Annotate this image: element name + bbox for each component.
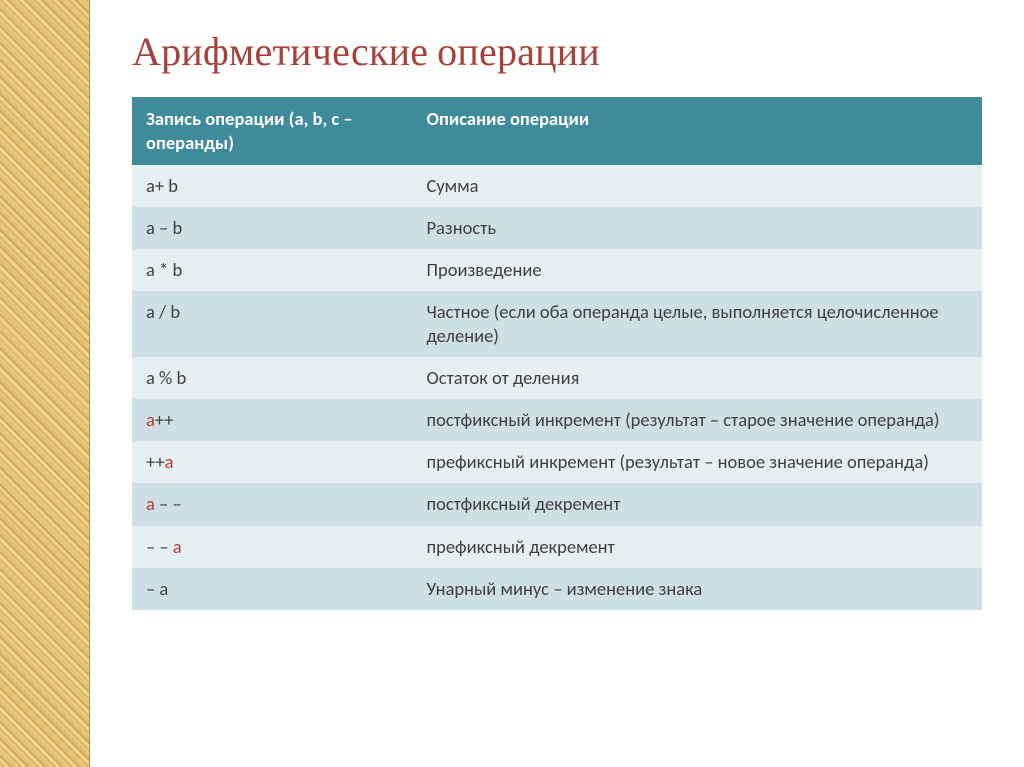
table-row: a – – постфиксный декремент [132,483,982,525]
operand-a: a [165,450,174,473]
op-cell: – a [132,568,413,610]
op-cell: a / b [132,291,413,357]
op-suffix: ++ [155,408,174,431]
operand-a: a [146,408,155,431]
op-cell: a+ b [132,165,413,207]
desc-cell: Разность [413,207,983,249]
table-row: a++ постфиксный инкремент (результат – с… [132,399,982,441]
table-row: a / b Частное (если оба операнда целые, … [132,291,982,357]
header-row: Запись операции (a, b, c – операнды) Опи… [132,97,982,165]
desc-cell: префиксный декремент [413,526,983,568]
op-cell: – – a [132,526,413,568]
op-suffix: – – [155,492,182,515]
desc-cell: Частное (если оба операнда целые, выполн… [413,291,983,357]
op-cell: a % b [132,357,413,399]
operations-table: Запись операции (a, b, c – операнды) Опи… [132,97,982,610]
table-row: – – a префиксный декремент [132,526,982,568]
desc-cell: префиксный инкремент (результат – новое … [413,441,983,483]
desc-cell: Остаток от деления [413,357,983,399]
op-cell: a++ [132,399,413,441]
table-row: a – b Разность [132,207,982,249]
desc-cell: постфиксный инкремент (результат – старо… [413,399,983,441]
table-row: a % b Остаток от деления [132,357,982,399]
slide-content: Арифметические операции Запись операции … [90,0,1024,767]
operand-a: a [146,492,155,515]
table-row: a * b Произведение [132,249,982,291]
op-prefix: ++ [146,450,165,473]
desc-cell: Произведение [413,249,983,291]
desc-cell: Унарный минус – изменение знака [413,568,983,610]
slide-title: Арифметические операции [132,28,982,75]
decorative-sidebar [0,0,90,767]
op-prefix: – – [146,535,173,558]
desc-cell: постфиксный декремент [413,483,983,525]
op-cell: a – b [132,207,413,249]
operand-a: a [173,535,182,558]
op-cell: a * b [132,249,413,291]
table-row: a+ b Сумма [132,165,982,207]
op-cell: a – – [132,483,413,525]
desc-cell: Сумма [413,165,983,207]
op-cell: ++a [132,441,413,483]
table-row: ++a префиксный инкремент (результат – но… [132,441,982,483]
header-description: Описание операции [413,97,983,165]
header-operation: Запись операции (a, b, c – операнды) [132,97,413,165]
table-row: – a Унарный минус – изменение знака [132,568,982,610]
